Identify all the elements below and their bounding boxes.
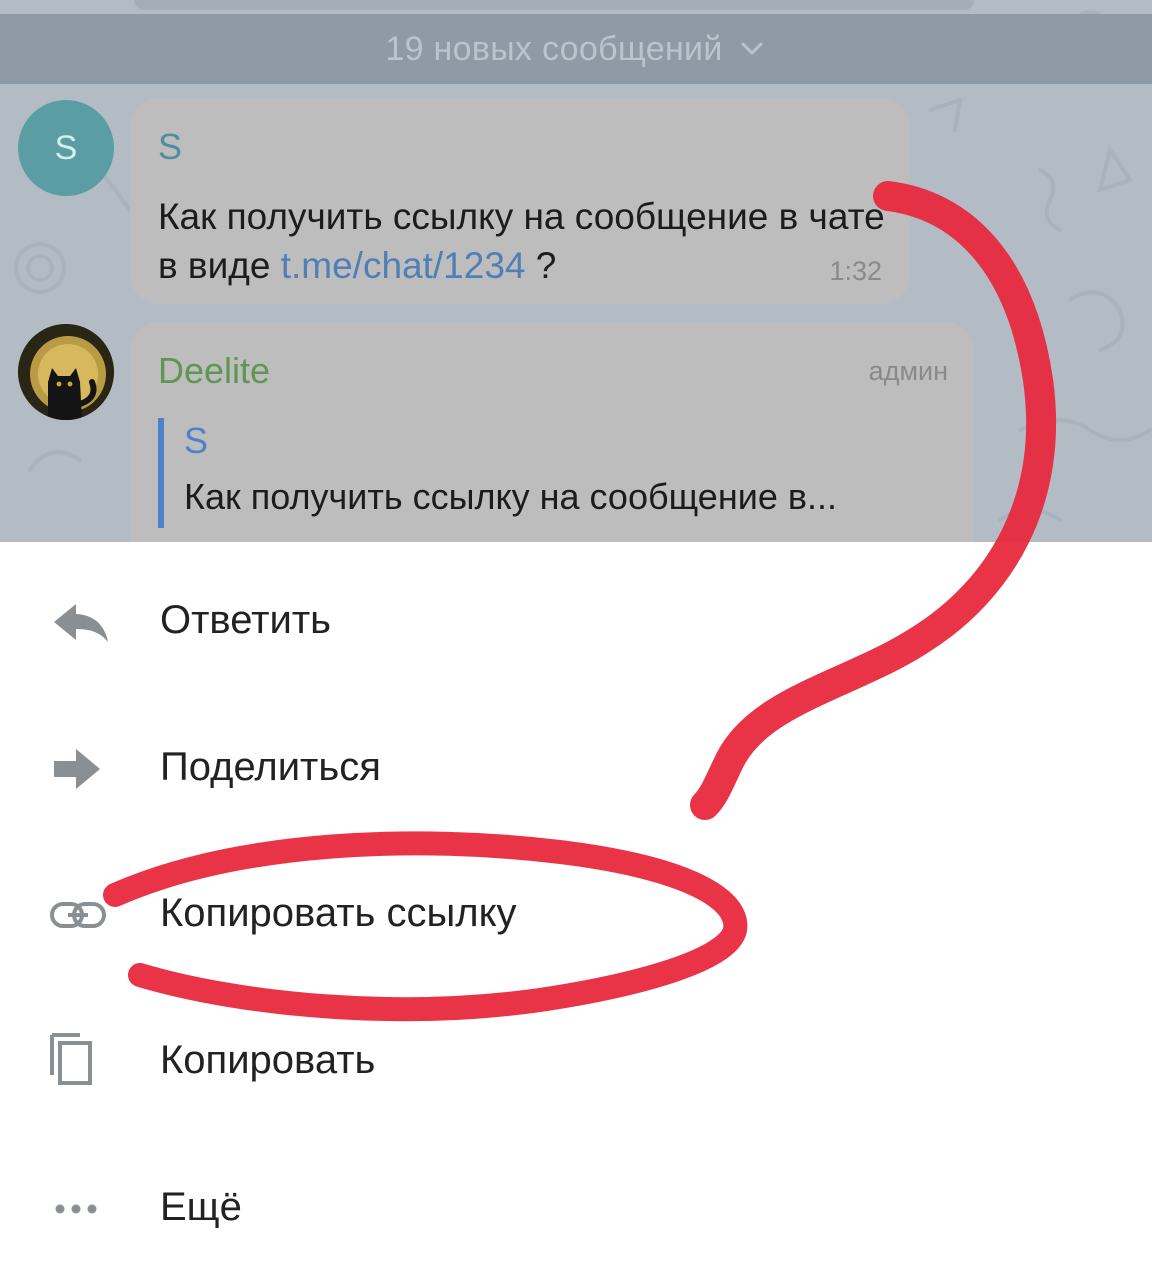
more-icon [55,1204,97,1214]
message-bubble[interactable]: Deelite админ S Как получить ссылку на с… [130,322,974,542]
avatar-letter: S [54,128,78,167]
menu-item-copy-link[interactable]: Копировать ссылку [0,855,1152,975]
message-text: Как получить ссылку на сообщение в чате … [158,192,888,290]
menu-item-label: Копировать ссылку [160,891,517,935]
avatar[interactable]: S [18,100,114,196]
menu-item-label: Поделиться [160,745,381,789]
new-messages-label: 19 новых сообщений [385,29,723,68]
new-messages-divider[interactable]: 19 новых сообщений [0,14,1152,84]
cat-avatar-image [18,324,114,420]
avatar[interactable] [18,324,114,420]
menu-item-share[interactable]: Поделиться [0,709,1152,829]
reply-quote-sender: S [184,420,209,461]
chevron-down-icon [741,42,763,55]
message-bubble[interactable]: S Как получить ссылку на сообщение в чат… [130,98,910,304]
menu-item-label: Ещё [160,1185,242,1229]
admin-badge: админ [868,356,948,386]
message-time: 1:32 [829,256,882,286]
copy-icon [50,1033,92,1085]
message-context-menu: Ответить Поделиться Копировать ссылку Ко… [0,542,1152,1280]
menu-item-more[interactable]: Ещё [0,1149,1152,1269]
reply-quote-text: Как получить ссылку на сообщение в... [184,476,837,517]
chat-area: 19 новых сообщений S S Как получить ссыл… [0,0,1152,542]
message-sender: Deelite [158,350,271,391]
share-icon [54,749,100,789]
link-icon [50,902,106,928]
reply-icon [54,604,108,642]
message-link[interactable]: t.me/chat/1234 [281,245,526,286]
menu-item-label: Копировать [160,1038,376,1082]
message-text-part: ? [525,245,557,286]
menu-item-label: Ответить [160,598,331,642]
menu-item-copy[interactable]: Копировать [0,1002,1152,1122]
menu-item-reply[interactable]: Ответить [0,562,1152,682]
top-strip [0,0,1152,14]
message-sender: S [158,126,183,167]
reply-quote[interactable]: S Как получить ссылку на сообщение в... [158,418,948,528]
